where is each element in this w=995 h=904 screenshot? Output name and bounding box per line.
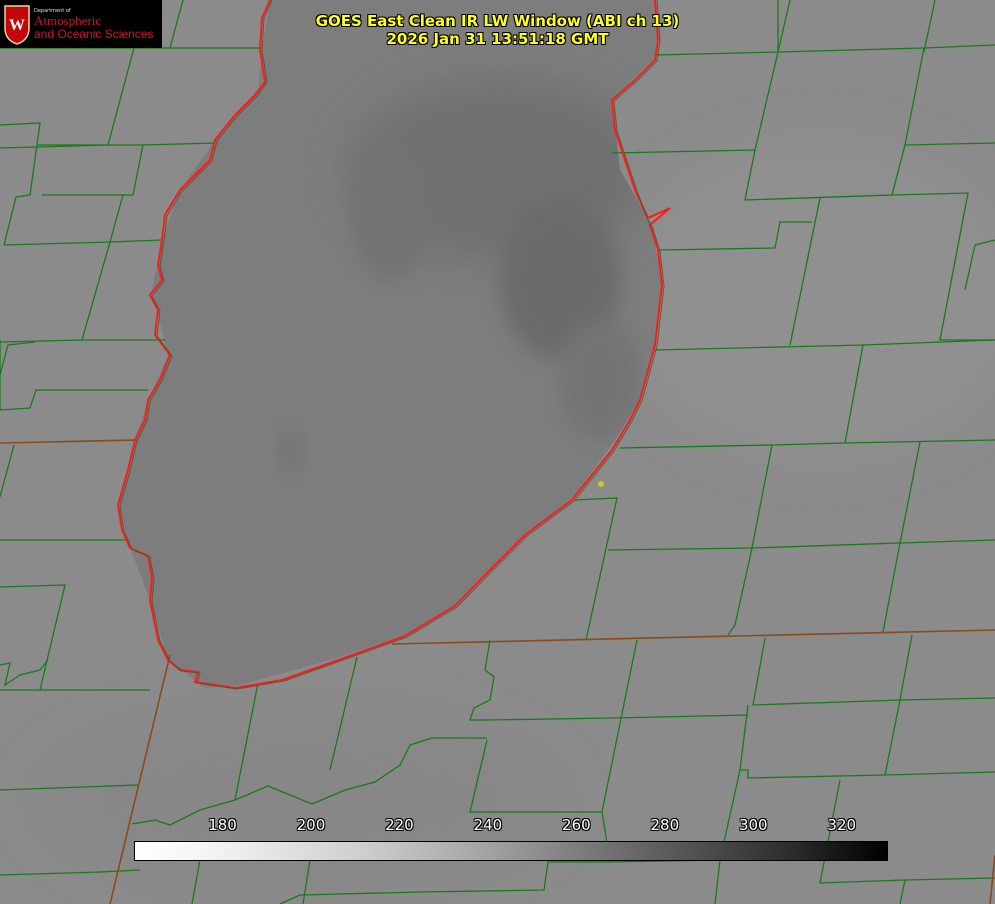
land-texture bbox=[40, 710, 560, 890]
colorbar-tick-label: 300 bbox=[738, 816, 768, 834]
satellite-map bbox=[0, 0, 995, 904]
title-timestamp: 2026 Jan 31 13:51:18 GMT bbox=[386, 30, 609, 48]
colorbar-tick-label: 280 bbox=[650, 816, 680, 834]
lake-streak bbox=[278, 425, 302, 475]
colorbar-tick-label: 240 bbox=[473, 816, 503, 834]
colorbar-tick-label: 260 bbox=[562, 816, 591, 834]
colorbar-tick-label: 320 bbox=[827, 816, 857, 834]
image-title: GOES East Clean IR LW Window (ABI ch 13)… bbox=[0, 12, 995, 48]
colorbar-tick-label: 200 bbox=[296, 816, 326, 834]
colorbar bbox=[134, 841, 888, 861]
colorbar-tick-label: 180 bbox=[208, 816, 237, 834]
title-line1: GOES East Clean IR LW Window (ABI ch 13) bbox=[315, 12, 680, 30]
lake-streak bbox=[350, 140, 430, 280]
location-marker bbox=[598, 481, 604, 487]
colorbar-tick-label: 220 bbox=[385, 816, 414, 834]
